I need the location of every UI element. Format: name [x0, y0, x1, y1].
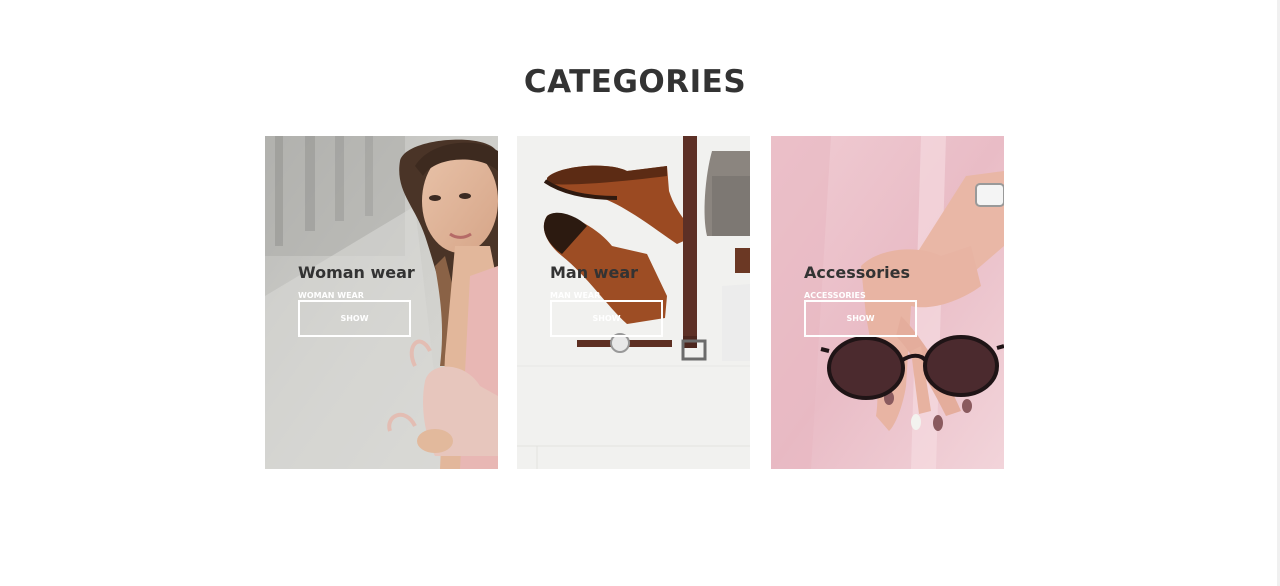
card-subtitle: ACCESSORIES [804, 291, 866, 300]
show-button-man-wear[interactable]: SHOW [550, 300, 663, 337]
category-card-man-wear[interactable]: Man wear MAN WEAR SHOW [517, 136, 750, 469]
card-content: Woman wear WOMAN WEAR SHOW [298, 263, 415, 337]
section-title: CATEGORIES [523, 64, 747, 100]
card-content: Accessories ACCESSORIES SHOW [804, 263, 917, 337]
card-subtitle: MAN WEAR [550, 291, 601, 300]
card-title: Man wear [550, 263, 638, 282]
categories-page: CATEGORIES Woman wear WOMAN WEAR SHOW Ma… [0, 0, 1280, 586]
card-content: Man wear MAN WEAR SHOW [550, 263, 663, 337]
card-title: Woman wear [298, 263, 415, 282]
show-button-accessories[interactable]: SHOW [804, 300, 917, 337]
category-card-accessories[interactable]: Accessories ACCESSORIES SHOW [771, 136, 1004, 469]
card-subtitle: WOMAN WEAR [298, 291, 364, 300]
category-card-woman-wear[interactable]: Woman wear WOMAN WEAR SHOW [265, 136, 498, 469]
card-title: Accessories [804, 263, 910, 282]
show-button-woman-wear[interactable]: SHOW [298, 300, 411, 337]
